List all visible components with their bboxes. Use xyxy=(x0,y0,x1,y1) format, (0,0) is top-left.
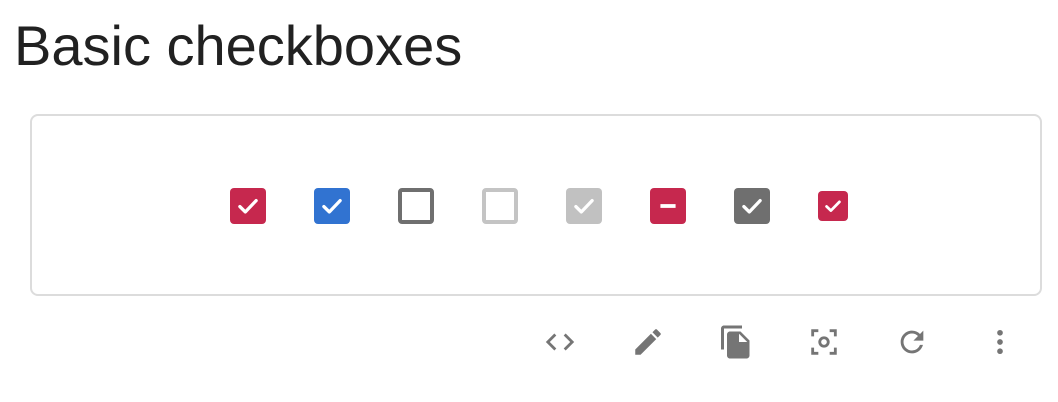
checkbox-indeterminate[interactable] xyxy=(650,188,686,224)
show-source-button[interactable] xyxy=(536,318,584,366)
checkbox-disabled-checked xyxy=(566,188,602,224)
checkbox-disabled-unchecked xyxy=(482,188,518,224)
check-icon xyxy=(238,198,258,214)
demo-panel xyxy=(30,114,1042,296)
more-options-button[interactable] xyxy=(976,318,1024,366)
edit-icon xyxy=(635,329,661,355)
check-icon xyxy=(574,198,594,214)
checkbox-small-checked[interactable] xyxy=(818,191,848,221)
checkbox-primary-checked[interactable] xyxy=(230,188,266,224)
check-icon xyxy=(742,198,762,214)
screenshot-icon xyxy=(811,329,837,355)
checkbox-unchecked[interactable] xyxy=(398,188,434,224)
code-icon xyxy=(545,333,575,351)
minus-icon xyxy=(660,204,676,208)
copy-icon xyxy=(721,325,750,359)
more-vert-icon xyxy=(997,329,1003,355)
page-title: Basic checkboxes xyxy=(14,14,463,77)
screenshot-button[interactable] xyxy=(800,318,848,366)
reset-focus-button[interactable] xyxy=(888,318,936,366)
checkbox-secondary-checked[interactable] xyxy=(314,188,350,224)
check-icon xyxy=(825,200,841,212)
check-icon xyxy=(322,198,342,214)
copy-source-button[interactable] xyxy=(712,318,760,366)
edit-in-sandbox-button[interactable] xyxy=(624,318,672,366)
checkbox-default-checked[interactable] xyxy=(734,188,770,224)
reset-icon xyxy=(900,330,924,354)
